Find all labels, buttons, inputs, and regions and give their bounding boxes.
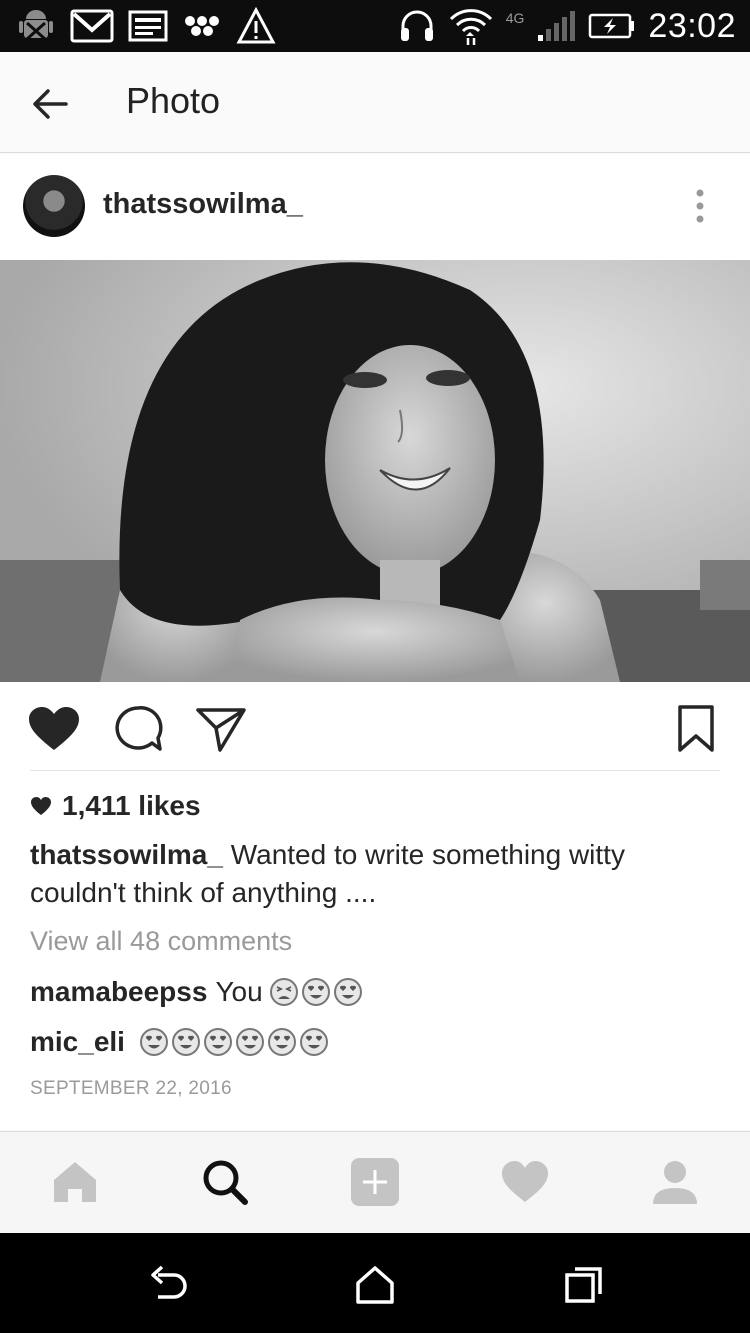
profile-icon	[653, 1161, 697, 1204]
more-vertical-icon	[696, 189, 704, 223]
post-photo[interactable]	[0, 260, 750, 682]
heart-eyes-emoji	[267, 1028, 296, 1056]
image-icon	[128, 9, 168, 43]
post-actions	[0, 682, 750, 772]
warning-icon	[236, 7, 276, 45]
comment-emojis	[269, 977, 363, 1007]
caption: thatssowilma_ Wanted to write something …	[30, 836, 690, 912]
view-all-comments-link[interactable]: View all 48 comments	[30, 926, 292, 957]
search-icon	[203, 1160, 248, 1205]
wifi-icon	[448, 6, 494, 46]
system-back-button[interactable]	[146, 1263, 190, 1307]
nav-activity[interactable]	[499, 1156, 551, 1208]
nav-home[interactable]	[49, 1156, 101, 1208]
avatar[interactable]	[23, 175, 85, 237]
headphones-icon	[398, 7, 436, 45]
clock: 23:02	[648, 6, 736, 45]
heart-eyes-emoji	[235, 1028, 264, 1056]
bottom-navigation	[0, 1131, 750, 1233]
home-icon	[356, 1266, 394, 1304]
post-header: thatssowilma_	[0, 154, 750, 260]
status-system: 4G 23:02	[398, 6, 736, 46]
page-title: Photo	[126, 80, 221, 121]
likes-text: 1,411 likes	[62, 790, 201, 821]
status-notifications	[16, 6, 276, 46]
share-icon	[196, 708, 246, 752]
arrow-left-icon	[33, 89, 68, 119]
add-icon	[351, 1158, 399, 1206]
heart-eyes-emoji	[299, 1028, 328, 1056]
heart-small-icon	[31, 797, 51, 815]
nav-add[interactable]	[349, 1156, 401, 1208]
heart-eyes-emoji	[333, 978, 362, 1006]
tired-face-emoji	[269, 978, 298, 1006]
dots-icon	[182, 11, 222, 41]
like-icon	[29, 707, 79, 750]
bookmark-icon	[678, 705, 714, 752]
post-date: SEPTEMBER 22, 2016	[30, 1078, 232, 1099]
android-debug-icon	[16, 6, 56, 46]
comment-row: mamabeepss You	[30, 976, 363, 1008]
recents-icon	[565, 1267, 602, 1303]
bookmark-button[interactable]	[672, 704, 728, 754]
back-icon	[151, 1265, 187, 1299]
comment-icon	[115, 706, 163, 751]
caption-username[interactable]: thatssowilma_	[30, 839, 223, 870]
post-image	[0, 260, 750, 682]
back-button[interactable]	[28, 82, 72, 126]
activity-icon	[502, 1161, 548, 1202]
system-home-button[interactable]	[353, 1263, 397, 1307]
like-button[interactable]	[26, 704, 82, 754]
post-details: 1,411 likes thatssowilma_ Wanted to writ…	[0, 772, 750, 1130]
signal-icon	[536, 9, 576, 43]
likes-count[interactable]: 1,411 likes	[30, 790, 201, 822]
heart-eyes-emoji	[171, 1028, 200, 1056]
post-username[interactable]: thatssowilma_	[103, 188, 303, 221]
comment-emojis	[139, 1027, 329, 1057]
nav-search[interactable]	[199, 1156, 251, 1208]
heart-eyes-emoji	[301, 978, 330, 1006]
status-bar: 4G 23:02	[0, 0, 750, 52]
comment-text: You	[215, 976, 263, 1007]
more-options-button[interactable]	[690, 188, 710, 228]
divider	[30, 770, 720, 771]
system-recents-button[interactable]	[562, 1263, 606, 1307]
network-type: 4G	[505, 10, 525, 26]
comment-button[interactable]	[112, 704, 168, 754]
home-icon	[54, 1162, 96, 1202]
app-header: Photo	[0, 52, 750, 153]
system-navigation	[0, 1233, 750, 1333]
battery-charging-icon	[588, 12, 636, 40]
gmail-icon	[70, 8, 114, 44]
comment-row: mic_eli	[30, 1026, 329, 1058]
heart-eyes-emoji	[139, 1028, 168, 1056]
heart-eyes-emoji	[203, 1028, 232, 1056]
comment-username[interactable]: mamabeepss	[30, 976, 207, 1008]
nav-profile[interactable]	[649, 1156, 701, 1208]
comment-username[interactable]: mic_eli	[30, 1026, 125, 1058]
share-button[interactable]	[194, 704, 250, 754]
